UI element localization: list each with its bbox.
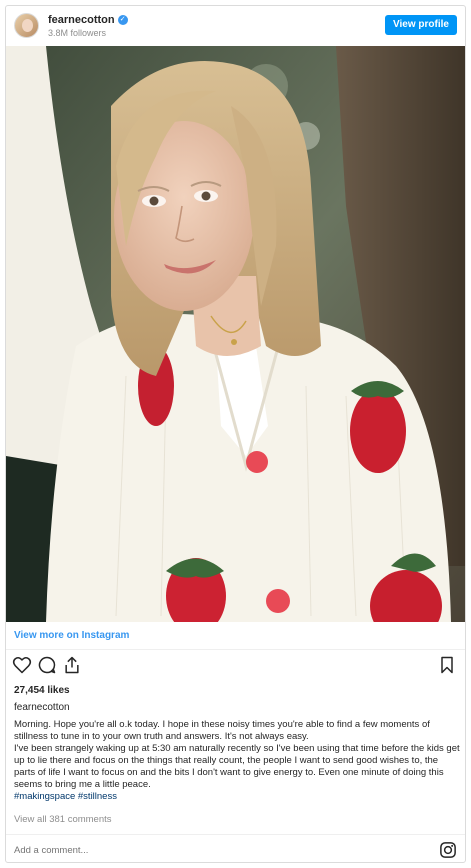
likes-count[interactable]: 27,454 likes: [14, 685, 70, 696]
followers-count: 3.8M followers: [48, 28, 107, 38]
view-comments-link[interactable]: View all 381 comments: [14, 814, 112, 825]
comment-icon[interactable]: [37, 655, 59, 677]
divider: [6, 649, 465, 650]
caption-author[interactable]: fearnecotton: [14, 702, 70, 713]
post-photo-illustration: [6, 46, 465, 622]
hashtags-link[interactable]: #makingspace #stillness: [14, 791, 460, 803]
heart-icon[interactable]: [12, 655, 34, 677]
comment-bar: [6, 834, 465, 864]
caption-paragraph: Morning. Hope you're all o.k today. I ho…: [14, 719, 430, 742]
caption-paragraph: I've been strangely waking up at 5:30 am…: [14, 743, 460, 790]
instagram-embed-card: fearnecotton ✓ 3.8M followers View profi…: [5, 5, 466, 863]
caption: Morning. Hope you're all o.k today. I ho…: [14, 719, 460, 803]
view-profile-button[interactable]: View profile: [385, 15, 457, 35]
bookmark-icon[interactable]: [437, 655, 459, 677]
username[interactable]: fearnecotton: [48, 14, 115, 26]
avatar[interactable]: [14, 13, 39, 38]
username-row[interactable]: fearnecotton ✓: [48, 14, 128, 26]
post-photo[interactable]: [6, 46, 465, 622]
instagram-logo-icon[interactable]: [439, 841, 457, 859]
post-header: fearnecotton ✓ 3.8M followers View profi…: [6, 6, 465, 46]
verified-badge-icon: ✓: [117, 15, 128, 25]
view-more-link[interactable]: View more on Instagram: [14, 630, 129, 641]
action-bar: [6, 655, 465, 679]
comment-input[interactable]: [14, 842, 414, 858]
share-icon[interactable]: [62, 655, 84, 677]
